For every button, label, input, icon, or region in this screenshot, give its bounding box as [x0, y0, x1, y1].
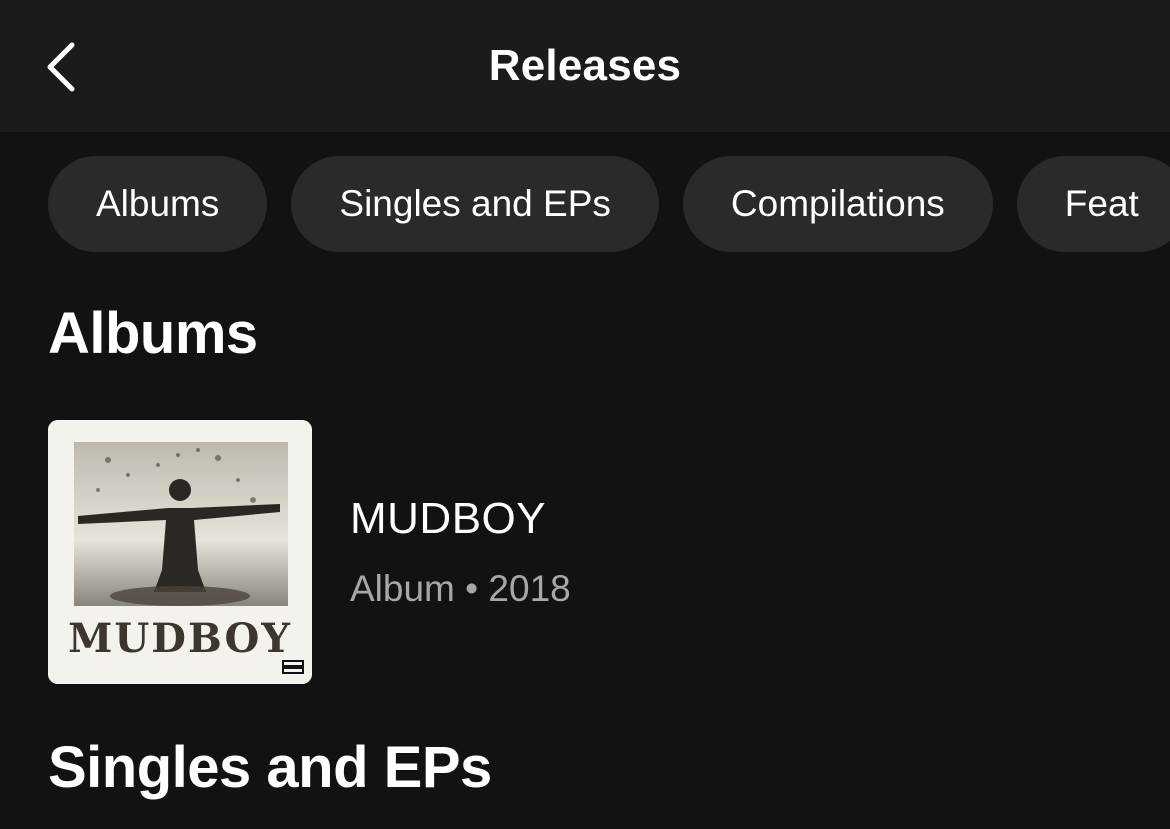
album-subtitle: Album • 2018: [350, 568, 571, 610]
album-row[interactable]: MUDBOY MUDBOY Album • 2018: [48, 420, 1148, 684]
filter-chips: Albums Singles and EPs Compilations Feat: [48, 156, 1170, 252]
chip-featuring[interactable]: Feat: [1016, 156, 1170, 252]
chip-albums[interactable]: Albums: [48, 156, 268, 252]
top-bar: Releases: [0, 0, 1170, 132]
album-cover: MUDBOY: [48, 420, 312, 684]
album-title: MUDBOY: [350, 494, 547, 543]
album-year: 2018: [488, 568, 571, 609]
album-info: MUDBOY Album • 2018: [350, 494, 571, 610]
page-title: Releases: [488, 41, 682, 90]
chip-singles-and-eps[interactable]: Singles and EPs: [291, 156, 659, 252]
album-type: Album: [350, 568, 455, 609]
separator-dot: •: [465, 568, 479, 609]
section-title-albums: Albums: [48, 301, 258, 366]
svg-text:MUDBOY: MUDBOY: [68, 615, 292, 662]
chip-compilations[interactable]: Compilations: [682, 156, 993, 252]
releases-screen: Releases Albums Singles and EPs Compilat…: [0, 0, 1170, 829]
section-title-singles-and-eps: Singles and EPs: [48, 735, 492, 800]
